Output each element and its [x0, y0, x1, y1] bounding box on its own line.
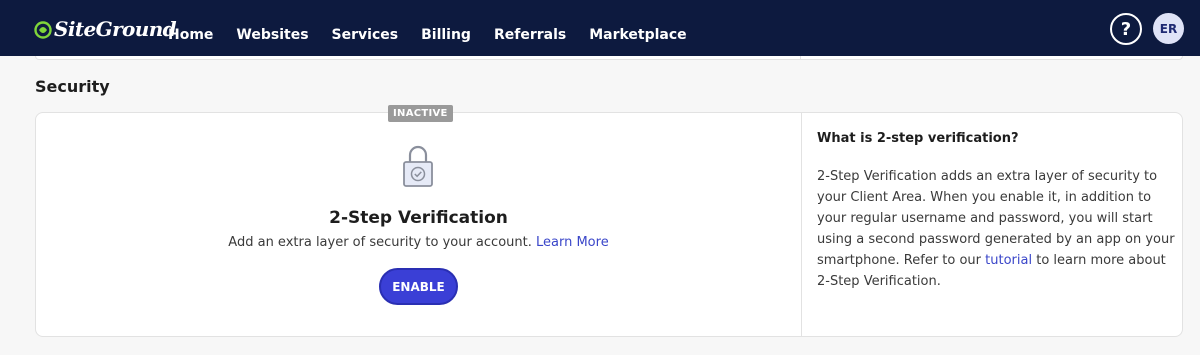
siteground-logo-icon	[34, 21, 52, 39]
padlock-check-icon	[403, 145, 433, 187]
feature-description-text: Add an extra layer of security to your a…	[228, 235, 532, 250]
card-divider	[801, 113, 802, 336]
user-avatar[interactable]: ER	[1153, 13, 1184, 44]
top-navigation-bar: SiteGround Home Websites Services Billin…	[0, 0, 1200, 56]
nav-billing[interactable]: Billing	[421, 27, 471, 43]
tutorial-link[interactable]: tutorial	[985, 253, 1032, 268]
avatar-initials: ER	[1159, 21, 1178, 36]
nav-referrals[interactable]: Referrals	[494, 27, 566, 43]
siteground-logo[interactable]: SiteGround	[34, 17, 177, 41]
nav-home[interactable]: Home	[168, 27, 213, 43]
previous-card-edge	[35, 56, 1183, 60]
info-text: 2-Step Verification adds an extra layer …	[817, 166, 1177, 292]
two-step-verification-card: INACTIVE 2-Step Verification Add an extr…	[35, 105, 1183, 337]
help-button[interactable]: ?	[1110, 13, 1142, 45]
feature-description: Add an extra layer of security to your a…	[36, 235, 801, 250]
section-title: Security	[35, 77, 110, 96]
brand-name: SiteGround	[54, 17, 177, 41]
nav-marketplace[interactable]: Marketplace	[589, 27, 686, 43]
info-title: What is 2-step verification?	[817, 131, 1019, 146]
enable-button[interactable]: ENABLE	[379, 268, 458, 305]
nav-websites[interactable]: Websites	[236, 27, 308, 43]
feature-title: 2-Step Verification	[329, 208, 508, 228]
main-nav: Home Websites Services Billing Referrals…	[168, 0, 710, 56]
previous-card-divider	[800, 56, 801, 59]
learn-more-link[interactable]: Learn More	[536, 235, 609, 250]
nav-services[interactable]: Services	[332, 27, 399, 43]
status-badge: INACTIVE	[388, 105, 453, 122]
question-mark-icon: ?	[1120, 18, 1132, 40]
